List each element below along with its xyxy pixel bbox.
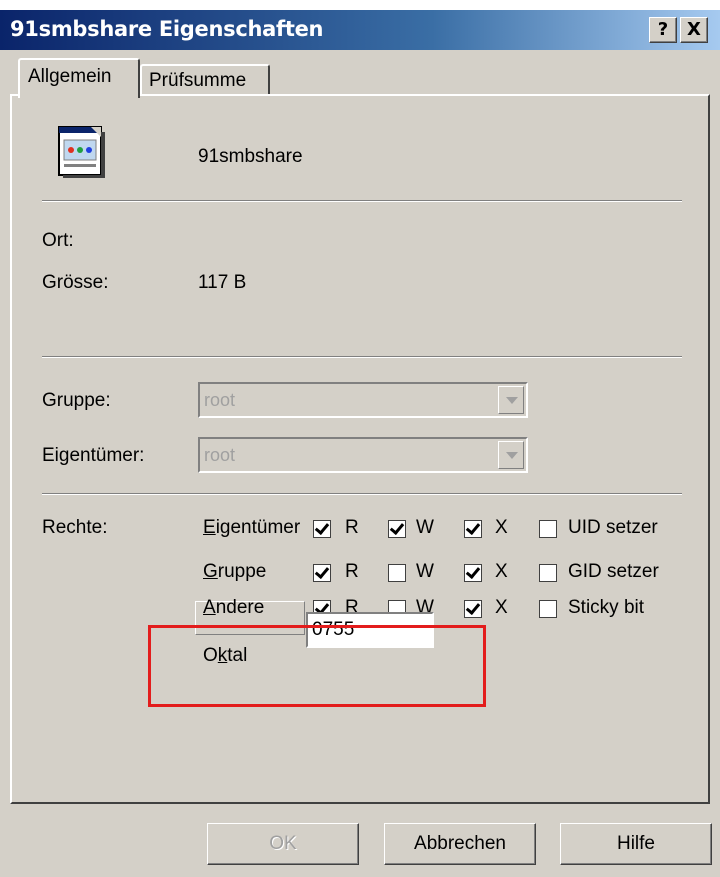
checkbox-label: W	[416, 561, 434, 582]
checkbox-special[interactable]	[539, 564, 557, 582]
rechte-label: Rechte:	[42, 517, 108, 538]
checkbox-label: UID setzer	[568, 517, 658, 538]
separator-1	[42, 200, 682, 202]
checkbox-label: W	[416, 517, 434, 538]
checkbox-x[interactable]	[464, 600, 482, 618]
window-title: 91smbshare Eigenschaften	[10, 17, 324, 41]
checkbox-label: GID setzer	[568, 561, 659, 582]
tab-allgemein-label: Allgemein	[28, 66, 112, 87]
checkbox-r[interactable]	[313, 564, 331, 582]
checkbox-label: Sticky bit	[568, 597, 645, 618]
checkbox-x[interactable]	[464, 564, 482, 582]
gruppe-combo[interactable]: root	[198, 382, 528, 418]
ort-label: Ort:	[42, 230, 74, 251]
help-title-button[interactable]: ?	[649, 17, 677, 43]
separator-3	[42, 493, 682, 495]
checkbox-label: R	[345, 561, 359, 582]
file-name: 91smbshare	[198, 146, 303, 167]
eigentuemer-combo-value: root	[204, 445, 236, 465]
title-bar[interactable]: 91smbshare Eigenschaften ? X	[0, 10, 720, 50]
separator-2	[42, 356, 682, 358]
checkbox-w[interactable]	[388, 520, 406, 538]
perm-row-label: Andere	[203, 597, 265, 618]
checkbox-x[interactable]	[464, 520, 482, 538]
perm-row-label: Eigentümer	[203, 517, 301, 538]
checkbox-r[interactable]	[313, 520, 331, 538]
cancel-button[interactable]: Abbrechen	[384, 823, 536, 865]
checkbox-label: X	[495, 517, 508, 538]
tab-allgemein[interactable]: Allgemein	[18, 58, 140, 98]
document-icon	[58, 126, 105, 178]
chevron-down-icon[interactable]	[498, 441, 524, 469]
ok-button[interactable]: OK	[207, 823, 359, 865]
close-button[interactable]: X	[680, 17, 708, 43]
checkbox-w[interactable]	[388, 564, 406, 582]
help-button[interactable]: Hilfe	[560, 823, 712, 865]
checkbox-special[interactable]	[539, 520, 557, 538]
eigentuemer-label: Eigentümer:	[42, 445, 145, 466]
tab-pruefsumme[interactable]: Prüfsumme	[140, 64, 270, 96]
checkbox-label: X	[495, 597, 508, 618]
gruppe-combo-value: root	[204, 390, 236, 410]
eigentuemer-combo[interactable]: root	[198, 437, 528, 473]
chevron-down-icon[interactable]	[498, 386, 524, 414]
properties-window: 91smbshare Eigenschaften ? X Allgemein P…	[0, 10, 720, 877]
red-highlight-box	[148, 625, 486, 707]
checkbox-label: X	[495, 561, 508, 582]
tab-pruefsumme-label: Prüfsumme	[149, 70, 247, 91]
perm-row-label: Gruppe	[203, 561, 267, 582]
gruppe-label: Gruppe:	[42, 390, 111, 411]
checkbox-special[interactable]	[539, 600, 557, 618]
groesse-value: 117 B	[198, 272, 247, 293]
checkbox-label: R	[345, 517, 359, 538]
groesse-label: Grösse:	[42, 272, 109, 293]
